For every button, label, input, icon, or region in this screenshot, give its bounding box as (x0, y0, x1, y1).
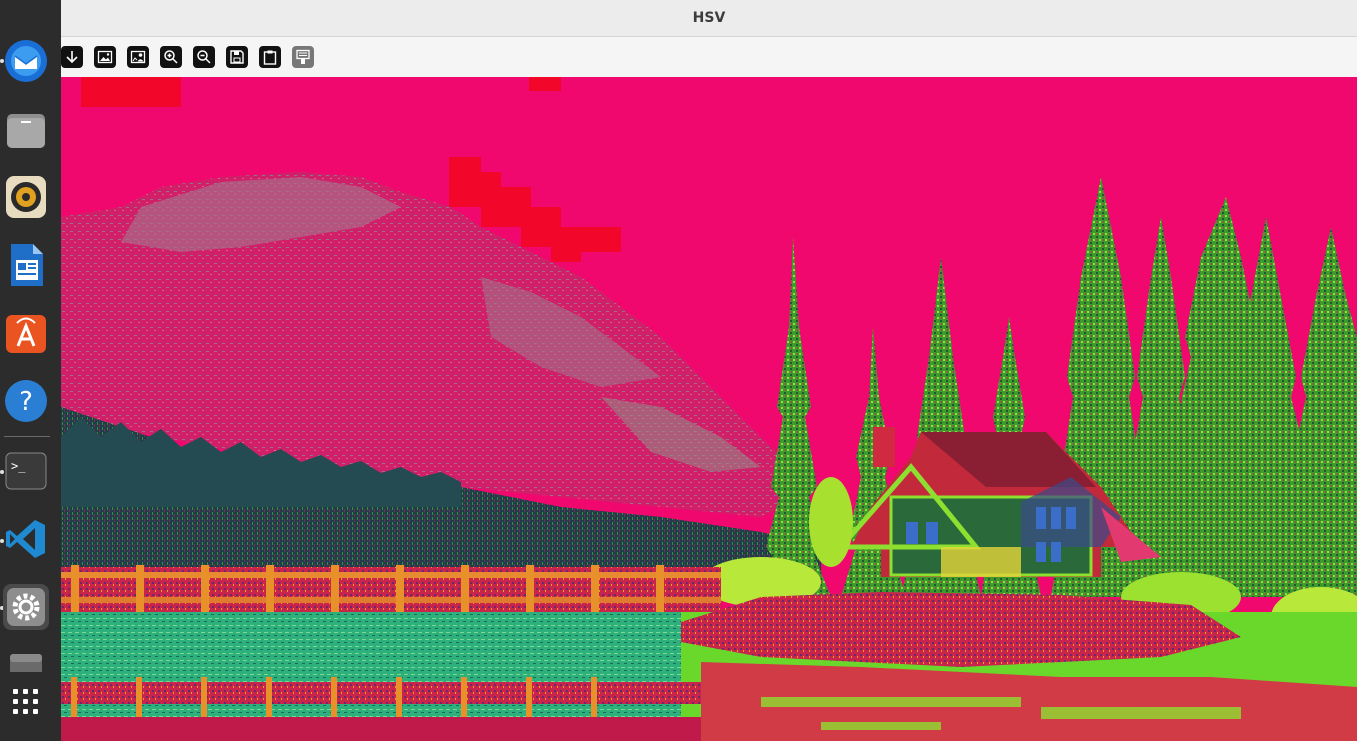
image-person-button[interactable] (127, 46, 149, 68)
rhythmbox-speaker-icon (6, 176, 46, 218)
show-apps-grid-icon (13, 689, 38, 714)
dock-item-thunderbird[interactable] (3, 38, 49, 84)
app-center-icon (6, 315, 46, 353)
files-folder-icon (7, 114, 45, 148)
libreoffice-writer-icon (11, 244, 43, 286)
hsv-landscape-image (61, 77, 1357, 741)
image-button[interactable] (94, 46, 116, 68)
dock-item-drive[interactable] (3, 648, 49, 672)
help-question-icon: ? (5, 380, 47, 422)
svg-text:?: ? (19, 387, 33, 417)
properties-button[interactable] (292, 46, 314, 68)
download-button[interactable] (61, 46, 83, 68)
dock-item-settings[interactable] (3, 584, 49, 630)
save-button[interactable] (226, 46, 248, 68)
clipboard-button[interactable] (259, 46, 281, 68)
dock-item-terminal[interactable]: >_ (3, 448, 49, 494)
dock-item-writer[interactable] (3, 242, 49, 288)
dock-item-rhythmbox[interactable] (3, 174, 49, 220)
image-canvas[interactable] (61, 77, 1357, 741)
window-title: HSV (692, 10, 726, 26)
zoom-in-icon (164, 50, 178, 64)
save-floppy-icon (230, 50, 244, 64)
dock-item-help[interactable]: ? (3, 378, 49, 424)
zoom-out-icon (197, 50, 211, 64)
terminal-icon: >_ (5, 452, 47, 490)
toolbar (61, 37, 1357, 77)
svg-text:>_: >_ (11, 459, 26, 473)
image-person-icon (130, 50, 146, 64)
thunderbird-mail-icon (5, 40, 47, 82)
window-titlebar[interactable]: HSV (61, 0, 1357, 37)
properties-panel-icon (296, 49, 310, 64)
zoom-out-button[interactable] (193, 46, 215, 68)
settings-gear-icon (7, 588, 45, 626)
image-icon (97, 50, 113, 64)
dock-item-app-grid[interactable] (3, 680, 49, 726)
dock: ? >_ (0, 0, 61, 741)
dock-item-files[interactable] (3, 106, 49, 152)
arrow-down-icon (66, 51, 78, 64)
zoom-in-button[interactable] (160, 46, 182, 68)
dock-separator (4, 436, 50, 437)
dock-item-vscode[interactable] (3, 516, 49, 562)
removable-drive-icon (10, 654, 42, 672)
dock-item-software[interactable] (3, 310, 49, 356)
vscode-icon (6, 520, 45, 558)
clipboard-icon (263, 50, 277, 65)
image-viewer-window: HSV (61, 0, 1357, 741)
